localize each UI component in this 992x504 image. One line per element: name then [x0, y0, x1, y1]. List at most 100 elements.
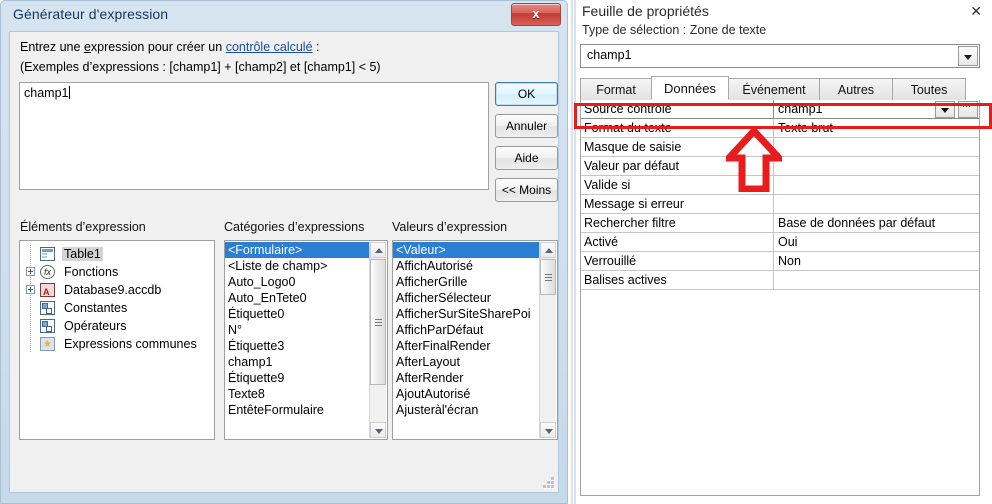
property-value[interactable]: Texte brut [774, 119, 979, 138]
property-value[interactable] [774, 271, 979, 290]
expand-plus-icon[interactable] [26, 285, 35, 294]
list-item[interactable]: <Formulaire> [225, 242, 370, 258]
list-item[interactable]: AffichParDéfaut [393, 322, 540, 338]
tree-connector [30, 317, 31, 335]
selected-object-combobox[interactable]: champ1 [580, 44, 980, 68]
categories-list: <Formulaire> <Liste de champ> Auto_Logo0 Au… [225, 241, 387, 418]
builder-ellipsis-icon[interactable] [958, 98, 978, 118]
property-row[interactable]: Activé Oui [581, 233, 979, 252]
tab--v-nement[interactable]: Événement [728, 78, 820, 100]
tab-donn-es[interactable]: Données [651, 76, 729, 100]
property-name: Source contrôle [581, 100, 774, 119]
less-button[interactable]: << Moins [495, 178, 558, 202]
pane-splitter[interactable] [570, 0, 578, 504]
property-sheet-title: Feuille de propriétés [582, 3, 709, 19]
tree-item[interactable]: Expressions communes [20, 335, 214, 354]
tree-item[interactable]: Opérateurs [20, 317, 214, 335]
tab-format[interactable]: Format [580, 78, 652, 100]
tree-item-label: Constantes [64, 301, 128, 315]
screenshot-root: Générateur d'expression x Entrez une exp… [0, 0, 992, 504]
expression-builder-dialog: Générateur d'expression x Entrez une exp… [0, 0, 568, 504]
list-item[interactable]: AfficherSurSiteSharePoi [393, 306, 540, 322]
scrollbar-thumb[interactable] [370, 259, 386, 385]
list-item[interactable]: AjoutAutorisé [393, 386, 540, 402]
list-item[interactable]: EntêteFormulaire [225, 402, 370, 418]
list-item[interactable]: Ajusteràl'écran [393, 402, 540, 418]
instruction-mid: xpression pour créer un [90, 40, 226, 54]
tree-connector [30, 335, 31, 353]
close-pane-icon[interactable]: ✕ [970, 3, 982, 19]
table-icon [40, 247, 55, 261]
instruction-suffix: : [312, 40, 320, 54]
property-value[interactable]: Non [774, 252, 979, 271]
list-item[interactable]: AfterRender [393, 370, 540, 386]
tree-item[interactable]: fx Fonctions [20, 263, 214, 281]
list-item[interactable]: AfficherSélecteur [393, 290, 540, 306]
values-list: <Valeur> AffichAutorisé AfficherGrille Affi… [393, 241, 557, 418]
property-value[interactable] [774, 157, 979, 176]
scrollbar-thumb[interactable] [540, 259, 556, 295]
property-name: Verrouillé [581, 252, 774, 271]
list-item[interactable]: AfterLayout [393, 354, 540, 370]
tree-item[interactable]: Constantes [20, 299, 214, 317]
list-item[interactable]: Auto_Logo0 [225, 274, 370, 290]
values-column-label: Valeurs d’expression [392, 220, 508, 234]
property-row[interactable]: Format du texte Texte brut [581, 119, 979, 138]
property-row[interactable]: Valeur par défaut [581, 157, 979, 176]
resize-grip[interactable] [542, 476, 554, 488]
list-item[interactable]: AfficherGrille [393, 274, 540, 290]
property-name: Message si erreur [581, 195, 774, 214]
tree-item[interactable]: Table1 [20, 245, 214, 263]
property-row[interactable]: Valide si [581, 176, 979, 195]
scroll-up-icon[interactable] [370, 242, 386, 258]
list-item[interactable]: N° [225, 322, 370, 338]
instruction-line: Entrez une expression pour créer un cont… [20, 40, 320, 54]
scroll-down-icon[interactable] [540, 422, 556, 438]
list-item[interactable]: AfterFinalRender [393, 338, 540, 354]
help-button[interactable]: Aide [495, 146, 558, 170]
ok-button[interactable]: OK [495, 82, 558, 106]
property-row[interactable]: Masque de saisie [581, 138, 979, 157]
property-row[interactable]: Message si erreur [581, 195, 979, 214]
property-value[interactable]: Base de données par défaut [774, 214, 979, 233]
property-row[interactable]: Rechercher filtre Base de données par déf… [581, 214, 979, 233]
expression-values-listbox[interactable]: <Valeur> AffichAutorisé AfficherGrille Affi… [392, 240, 558, 440]
list-item[interactable]: champ1 [225, 354, 370, 370]
tree-item[interactable]: Database9.accdb [20, 281, 214, 301]
list-item[interactable]: Étiquette9 [225, 370, 370, 386]
list-item[interactable]: <Valeur> [393, 242, 540, 258]
scroll-up-icon[interactable] [540, 242, 556, 258]
property-row[interactable]: Balises actives [581, 271, 979, 290]
examples-line: (Exemples d’expressions : [champ1] + [ch… [20, 60, 381, 74]
expression-categories-listbox[interactable]: <Formulaire> <Liste de champ> Auto_Logo0 Au… [224, 240, 388, 440]
tab-toutes[interactable]: Toutes [892, 78, 966, 100]
cancel-button[interactable]: Annuler [495, 114, 558, 138]
list-item[interactable]: AffichAutorisé [393, 258, 540, 274]
values-scrollbar[interactable] [539, 242, 556, 438]
property-value[interactable]: Oui [774, 233, 979, 252]
property-value[interactable] [774, 195, 979, 214]
property-name: Format du texte [581, 119, 774, 138]
list-item[interactable]: Étiquette0 [225, 306, 370, 322]
selection-type-label: Type de sélection : Zone de texte [582, 23, 767, 37]
dialog-body: Entrez une expression pour créer un cont… [9, 31, 559, 493]
property-value[interactable] [774, 176, 979, 195]
chevron-down-icon[interactable] [958, 46, 978, 66]
close-icon[interactable]: x [511, 3, 561, 26]
list-item[interactable]: Étiquette3 [225, 338, 370, 354]
categories-scrollbar[interactable] [369, 242, 386, 438]
list-item[interactable]: Texte8 [225, 386, 370, 402]
calculated-control-link[interactable]: contrôle calculé [226, 40, 313, 54]
list-item[interactable]: <Liste de champ> [225, 258, 370, 274]
expression-elements-listbox[interactable]: Table1 fx Fonctions Database9.accdb Constant… [19, 240, 215, 440]
property-row[interactable]: Source contrôle champ1 [581, 98, 979, 119]
property-value[interactable] [774, 138, 979, 157]
property-row[interactable]: Verrouillé Non [581, 252, 979, 271]
scroll-down-icon[interactable] [370, 422, 386, 438]
database-icon [40, 283, 55, 301]
expand-plus-icon[interactable] [26, 267, 35, 276]
expression-input[interactable]: champ1 [19, 82, 489, 190]
chevron-down-icon[interactable] [935, 101, 955, 118]
tab-autres[interactable]: Autres [819, 78, 893, 100]
list-item[interactable]: Auto_EnTete0 [225, 290, 370, 306]
